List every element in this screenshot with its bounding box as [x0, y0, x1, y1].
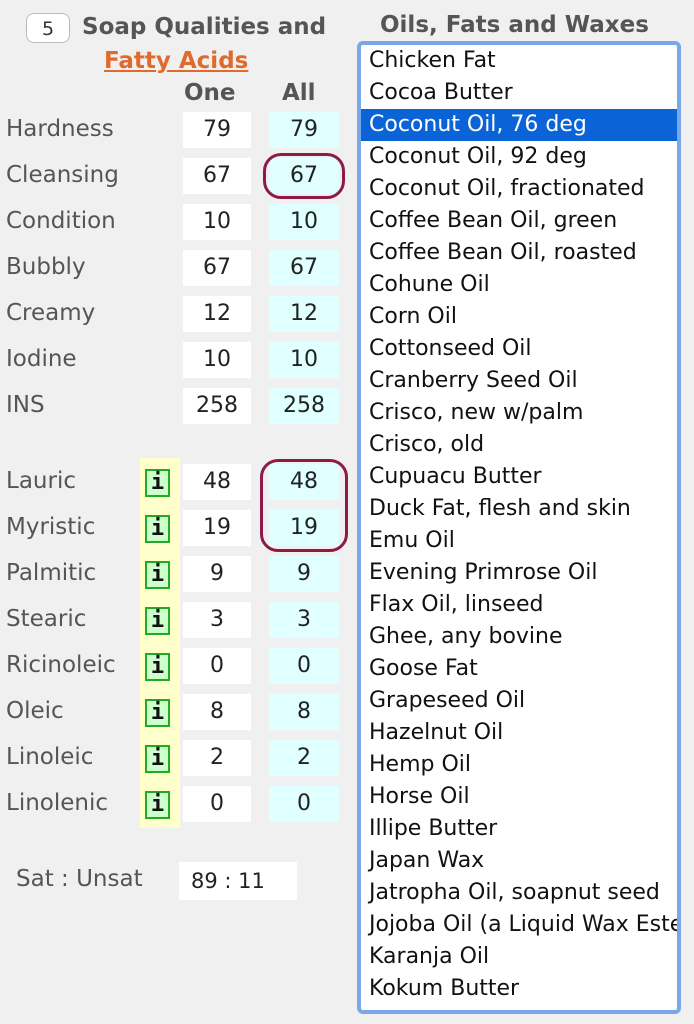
oil-list-item[interactable]: Cupuacu Butter — [361, 461, 677, 493]
fatty-acid-value-one-ricinoleic: 0 — [183, 648, 251, 684]
fatty-acid-value-all-myristic: 19 — [269, 510, 339, 546]
section-title: Soap Qualities and — [82, 14, 327, 40]
fatty-acid-value-all-lauric: 48 — [269, 464, 339, 500]
info-icon[interactable]: i — [145, 515, 170, 543]
quality-value-one-bubbly: 67 — [183, 250, 251, 286]
oil-list-item[interactable]: Crisco, new w/palm — [361, 397, 677, 429]
info-icon[interactable]: i — [145, 699, 170, 727]
quality-label-creamy: Creamy — [6, 300, 96, 326]
oil-list-item[interactable]: Illipe Butter — [361, 813, 677, 845]
quality-label-iodine: Iodine — [6, 346, 77, 372]
fatty-acid-value-one-stearic: 3 — [183, 602, 251, 638]
oil-list-item[interactable]: Crisco, old — [361, 429, 677, 461]
oils-list-heading: Oils, Fats and Waxes — [380, 12, 649, 38]
oil-list-item[interactable]: Horse Oil — [361, 781, 677, 813]
oil-list-item[interactable]: Coconut Oil, 76 deg — [361, 109, 677, 141]
fatty-acid-value-all-palmitic: 9 — [269, 556, 339, 592]
quality-value-one-ins: 258 — [183, 388, 251, 424]
oil-list-item[interactable]: Coffee Bean Oil, roasted — [361, 237, 677, 269]
oil-list-item[interactable]: Karanja Oil — [361, 941, 677, 973]
fatty-acid-value-one-oleic: 8 — [183, 694, 251, 730]
quality-value-one-creamy: 12 — [183, 296, 251, 332]
oil-list-item[interactable]: Kokum Butter — [361, 973, 677, 1005]
fatty-acid-value-all-stearic: 3 — [269, 602, 339, 638]
quality-value-one-cleansing: 67 — [183, 158, 251, 194]
quality-value-one-hardness: 79 — [183, 112, 251, 148]
fatty-acid-value-one-linolenic: 0 — [183, 786, 251, 822]
oils-list-box[interactable]: Chicken Fat Cocoa Butter Coconut Oil, 76 d… — [357, 41, 681, 1014]
quality-label-cleansing: Cleansing — [6, 162, 119, 188]
quality-value-all-condition: 10 — [269, 204, 339, 240]
fatty-acid-label-stearic: Stearic — [6, 606, 87, 632]
fatty-acid-label-ricinoleic: Ricinoleic — [6, 652, 116, 678]
info-icon[interactable]: i — [145, 745, 170, 773]
quality-value-one-iodine: 10 — [183, 342, 251, 378]
fatty-acid-label-linoleic: Linoleic — [6, 744, 94, 770]
fatty-acid-value-one-linoleic: 2 — [183, 740, 251, 776]
sat-unsat-value: 89 : 11 — [179, 862, 297, 900]
fatty-acid-label-lauric: Lauric — [6, 468, 76, 494]
oil-list-item[interactable]: Cohune Oil — [361, 269, 677, 301]
oil-list-item[interactable]: Cranberry Seed Oil — [361, 365, 677, 397]
quality-value-all-iodine: 10 — [269, 342, 339, 378]
fatty-acid-label-palmitic: Palmitic — [6, 560, 97, 586]
quality-label-condition: Condition — [6, 208, 116, 234]
fatty-acid-value-all-ricinoleic: 0 — [269, 648, 339, 684]
quality-label-bubbly: Bubbly — [6, 254, 86, 280]
fatty-acid-value-all-linoleic: 2 — [269, 740, 339, 776]
fatty-acid-value-one-palmitic: 9 — [183, 556, 251, 592]
sat-unsat-label: Sat : Unsat — [16, 866, 143, 892]
quality-value-all-hardness: 79 — [269, 112, 339, 148]
info-icon[interactable]: i — [145, 653, 170, 681]
quality-label-hardness: Hardness — [6, 116, 114, 142]
oil-list-item[interactable]: Jatropha Oil, soapnut seed — [361, 877, 677, 909]
info-icon[interactable]: i — [145, 791, 170, 819]
step-number-badge: 5 — [26, 13, 70, 43]
column-header-one: One — [184, 80, 236, 106]
fatty-acid-value-one-myristic: 19 — [183, 510, 251, 546]
oil-list-item[interactable]: Hemp Oil — [361, 749, 677, 781]
oil-list-item[interactable]: Coconut Oil, 92 deg — [361, 141, 677, 173]
info-icon[interactable]: i — [145, 469, 170, 497]
fatty-acid-value-all-linolenic: 0 — [269, 786, 339, 822]
fatty-acid-label-linolenic: Linolenic — [6, 790, 109, 816]
oil-list-item[interactable]: Coffee Bean Oil, green — [361, 205, 677, 237]
info-icon[interactable]: i — [145, 561, 170, 589]
quality-value-one-condition: 10 — [183, 204, 251, 240]
fatty-acids-link[interactable]: Fatty Acids — [104, 48, 248, 74]
oil-list-item[interactable]: Chicken Fat — [361, 45, 677, 77]
fatty-acid-value-one-lauric: 48 — [183, 464, 251, 500]
oil-list-item[interactable]: Goose Fat — [361, 653, 677, 685]
quality-value-all-ins: 258 — [269, 388, 339, 424]
info-icon[interactable]: i — [145, 607, 170, 635]
oil-list-item[interactable]: Japan Wax — [361, 845, 677, 877]
column-header-all: All — [282, 80, 316, 106]
oil-list-item[interactable]: Flax Oil, linseed — [361, 589, 677, 621]
oil-list-item[interactable]: Evening Primrose Oil — [361, 557, 677, 589]
oil-list-item[interactable]: Cocoa Butter — [361, 77, 677, 109]
fatty-acid-value-all-oleic: 8 — [269, 694, 339, 730]
oil-list-item[interactable]: Duck Fat, flesh and skin — [361, 493, 677, 525]
oil-list-item[interactable]: Cottonseed Oil — [361, 333, 677, 365]
fatty-acid-label-oleic: Oleic — [6, 698, 64, 724]
oil-list-item[interactable]: Emu Oil — [361, 525, 677, 557]
quality-value-all-bubbly: 67 — [269, 250, 339, 286]
oil-list-item[interactable]: Corn Oil — [361, 301, 677, 333]
oil-list-item[interactable]: Coconut Oil, fractionated — [361, 173, 677, 205]
oil-list-item[interactable]: Ghee, any bovine — [361, 621, 677, 653]
oil-list-item[interactable]: Hazelnut Oil — [361, 717, 677, 749]
oil-list-item[interactable]: Jojoba Oil (a Liquid Wax Ester) — [361, 909, 677, 941]
quality-label-ins: INS — [6, 392, 45, 418]
quality-value-all-creamy: 12 — [269, 296, 339, 332]
oil-list-item[interactable]: Grapeseed Oil — [361, 685, 677, 717]
quality-value-all-cleansing: 67 — [269, 158, 339, 194]
fatty-acid-label-myristic: Myristic — [6, 514, 96, 540]
